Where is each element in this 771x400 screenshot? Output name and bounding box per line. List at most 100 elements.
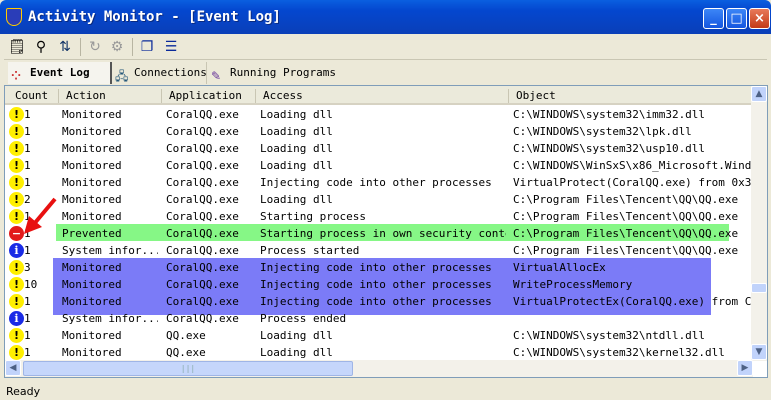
action-cell: Monitored [62, 261, 122, 274]
connections-icon: 🖧 [115, 69, 129, 83]
access-cell: Injecting code into other processes [260, 295, 492, 308]
access-cell: Starting process in own security context [260, 227, 506, 240]
column-object[interactable]: Object [508, 89, 556, 103]
column-application[interactable]: Application [161, 89, 242, 103]
scroll-thumb[interactable] [751, 283, 767, 293]
table-row[interactable]: ! 1 Monitored CoralQQ.exe Injecting code int… [5, 293, 753, 310]
count-cell: 1 [24, 295, 31, 308]
application-cell: CoralQQ.exe [166, 244, 239, 257]
application-cell: CoralQQ.exe [166, 193, 239, 206]
table-row[interactable]: ! 1 Monitored CoralQQ.exe Loading dll C:\WIND… [5, 123, 753, 140]
tile-icon[interactable]: ☰ [162, 38, 180, 56]
tab-label: Event Log [30, 66, 90, 79]
app-icon [6, 8, 22, 26]
count-cell: 1 [24, 176, 31, 189]
table-row[interactable]: ! 10 Monitored CoralQQ.exe Injecting code in… [5, 276, 753, 293]
refresh-icon[interactable]: ↻ [86, 38, 104, 56]
table-row[interactable]: ! 1 Monitored CoralQQ.exe Loading dll C:\WIND… [5, 106, 753, 123]
object-cell: C:\Program Files\Tencent\QQ\QQ.exe [513, 227, 739, 240]
object-cell: C:\WINDOWS\system32\usp10.dll [513, 142, 706, 155]
action-cell: Monitored [62, 278, 122, 291]
close-button[interactable]: × [749, 8, 770, 29]
application-cell: CoralQQ.exe [166, 295, 239, 308]
column-count[interactable]: Count [8, 89, 48, 103]
vertical-scrollbar[interactable]: ▲ ▼ [751, 86, 767, 361]
object-cell: C:\WINDOWS\system32\kernel32.dll [513, 346, 725, 359]
access-cell: Injecting code into other processes [260, 261, 492, 274]
scroll-left-button[interactable]: ◀ [5, 360, 21, 376]
table-row[interactable]: ! 1 Monitored CoralQQ.exe Loading dll C:\WIND… [5, 157, 753, 174]
settings-icon[interactable]: ⚙ [108, 38, 126, 56]
properties-icon[interactable]: 🗒 [8, 38, 26, 56]
action-cell: Monitored [62, 159, 122, 172]
count-cell: 1 [24, 159, 31, 172]
scroll-thumb[interactable]: ||| [23, 361, 353, 376]
application-cell: CoralQQ.exe [166, 176, 239, 189]
toolbar: 🗒 ⚲ ⇅ ↻ ⚙ ❐ ☰ [4, 34, 767, 60]
warning-icon: ! [9, 277, 24, 292]
warning-icon: ! [9, 107, 24, 122]
count-cell: 3 [24, 261, 31, 274]
scroll-right-button[interactable]: ▶ [737, 360, 753, 376]
table-row[interactable]: i 1 System infor... CoralQQ.exe Process ende… [5, 310, 753, 327]
tab-bar: ⁘ Event Log 🖧 Connections ✎ Running Program… [4, 60, 767, 85]
access-cell: Loading dll [260, 125, 333, 138]
tab-event-log[interactable]: ⁘ Event Log [8, 62, 112, 84]
horizontal-scrollbar[interactable]: ◀ ||| ▶ [5, 360, 753, 377]
access-cell: Loading dll [260, 142, 333, 155]
table-row[interactable]: ! 3 Monitored CoralQQ.exe Injecting code int… [5, 259, 753, 276]
object-cell: C:\WINDOWS\WinSxS\x86_Microsoft.Windows. [513, 159, 753, 172]
count-cell: 1 [24, 312, 31, 325]
access-cell: Injecting code into other processes [260, 176, 492, 189]
table-row[interactable]: i 1 System infor... CoralQQ.exe Process star… [5, 242, 753, 259]
access-cell: Starting process [260, 210, 366, 223]
warning-icon: ! [9, 294, 24, 309]
cascade-icon[interactable]: ❐ [138, 38, 156, 56]
table-row[interactable]: ! 1 Monitored QQ.exe Loading dll C:\WINDOWS\s… [5, 344, 753, 361]
table-row[interactable]: ! 1 Monitored CoralQQ.exe Injecting code int… [5, 174, 753, 191]
application-cell: CoralQQ.exe [166, 312, 239, 325]
separator [80, 38, 81, 56]
warning-icon: ! [9, 328, 24, 343]
column-access[interactable]: Access [255, 89, 303, 103]
count-cell: 1 [24, 142, 31, 155]
application-cell: CoralQQ.exe [166, 261, 239, 274]
object-cell: C:\Program Files\Tencent\QQ\QQ.exe [513, 193, 739, 206]
tab-connections[interactable]: 🖧 Connections [112, 62, 207, 84]
maximize-button[interactable]: □ [726, 8, 747, 29]
warning-icon: ! [9, 141, 24, 156]
warning-icon: ! [9, 175, 24, 190]
application-cell: QQ.exe [166, 329, 206, 342]
count-cell: 1 [24, 346, 31, 359]
action-cell: Monitored [62, 176, 122, 189]
access-cell: Injecting code into other processes [260, 278, 492, 291]
scroll-down-button[interactable]: ▼ [751, 344, 767, 360]
object-cell: WriteProcessMemory [513, 278, 633, 291]
scroll-up-button[interactable]: ▲ [751, 86, 767, 102]
access-cell: Process started [260, 244, 360, 257]
action-cell: Monitored [62, 108, 122, 121]
filter-icon[interactable]: ⇅ [56, 38, 74, 56]
table-row[interactable]: ! 2 Monitored CoralQQ.exe Loading dll C:\Prog… [5, 191, 753, 208]
warning-icon: ! [9, 158, 24, 173]
find-binoculars-icon[interactable]: ⚲ [32, 38, 50, 56]
count-cell: 1 [24, 329, 31, 342]
action-cell: Monitored [62, 125, 122, 138]
tab-running-programs[interactable]: ✎ Running Programs [208, 62, 338, 84]
application-cell: CoralQQ.exe [166, 227, 239, 240]
action-cell: Monitored [62, 210, 122, 223]
event-log-icon: ⁘ [11, 69, 22, 83]
table-row[interactable]: −1 Prevented CoralQQ.exe Starting process i… [5, 225, 753, 242]
table-row[interactable]: ! 1 Monitored CoralQQ.exe Starting process C:… [5, 208, 753, 225]
access-cell: Loading dll [260, 159, 333, 172]
table-row[interactable]: ! 1 Monitored CoralQQ.exe Loading dll C:\WIND… [5, 140, 753, 157]
application-cell: CoralQQ.exe [166, 278, 239, 291]
action-cell: Monitored [62, 346, 122, 359]
column-action[interactable]: Action [58, 89, 106, 103]
warning-icon: ! [9, 124, 24, 139]
table-row[interactable]: ! 1 Monitored QQ.exe Loading dll C:\WINDOWS\s… [5, 327, 753, 344]
count-cell: 1 [24, 125, 31, 138]
minimize-button[interactable]: _ [703, 8, 724, 29]
object-cell: C:\WINDOWS\system32\imm32.dll [513, 108, 706, 121]
access-cell: Loading dll [260, 193, 333, 206]
